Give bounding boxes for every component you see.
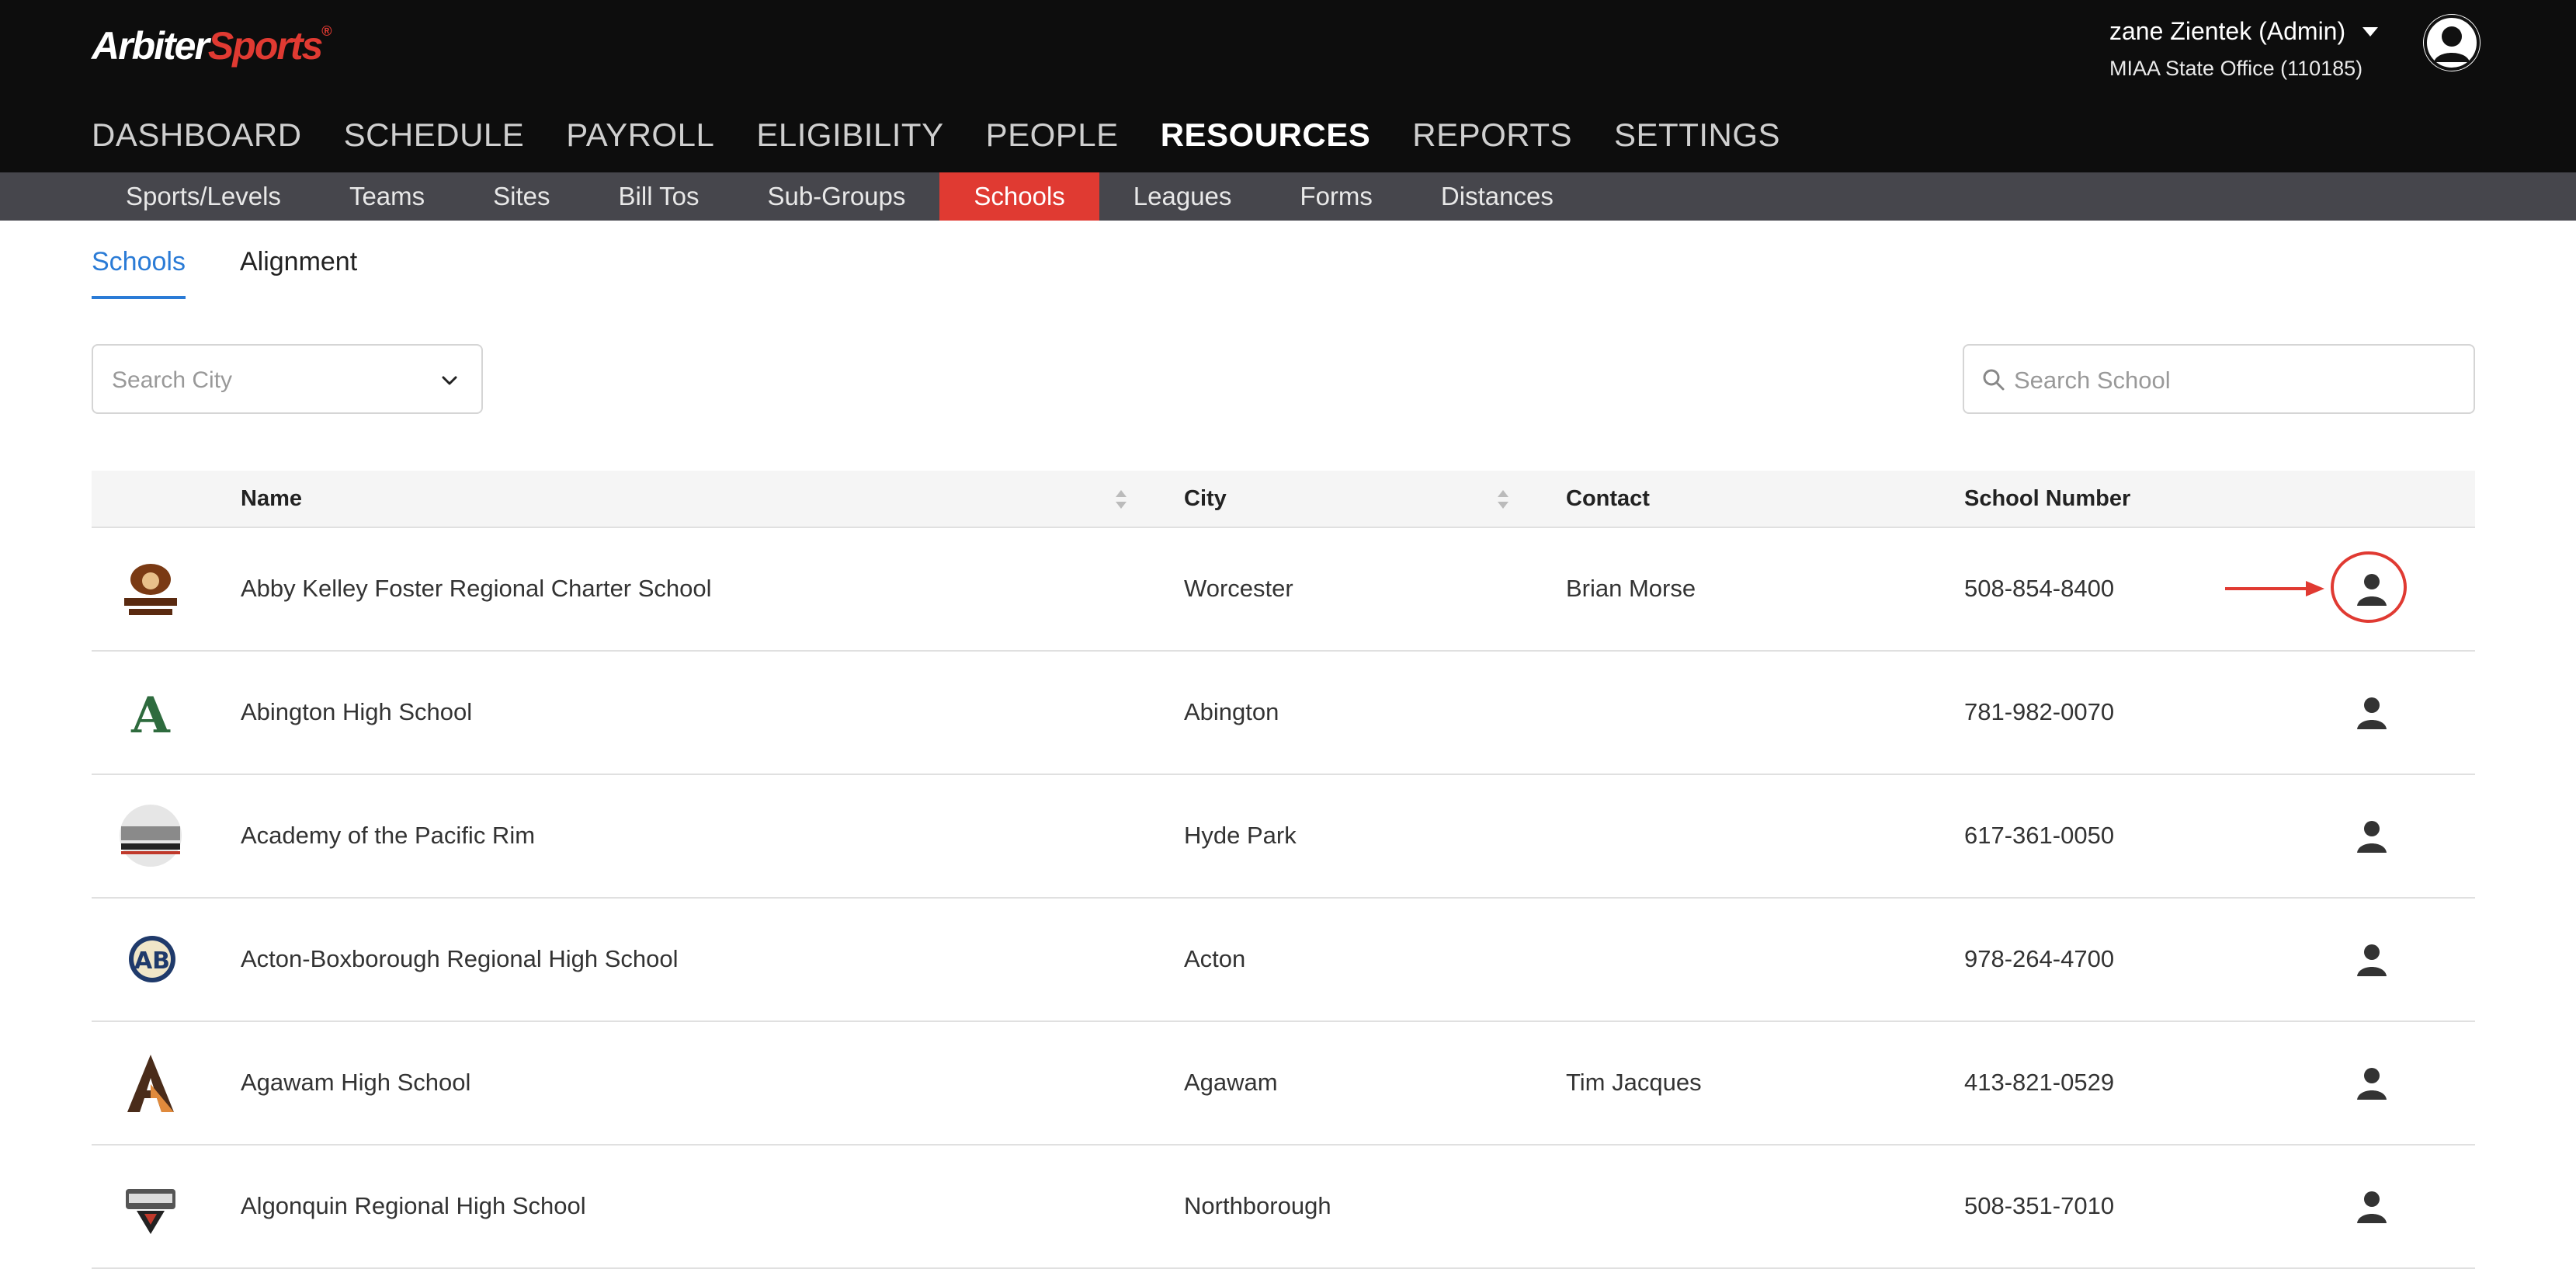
school-number: 781-982-0070 [1964, 698, 2115, 725]
school-city: Acton [1184, 945, 1246, 972]
school-name[interactable]: Acton-Boxborough Regional High School [241, 945, 679, 973]
arbitersports-logo[interactable]: ArbiterSports® [92, 23, 332, 68]
table-header: Name City Contact School Number [92, 471, 2475, 528]
school-name[interactable]: Algonquin Regional High School [241, 1192, 586, 1220]
school-number: 413-821-0529 [1964, 1069, 2115, 1096]
caret-down-icon[interactable] [2362, 26, 2379, 37]
city-select[interactable]: Search City [92, 344, 483, 414]
school-number: 508-351-7010 [1964, 1192, 2115, 1219]
table-row[interactable]: Agawam High School Agawam Tim Jacques 41… [92, 1022, 2475, 1146]
person-icon[interactable] [2352, 694, 2391, 732]
green-a-logo-icon: A [120, 681, 182, 745]
school-city: Worcester [1184, 575, 1293, 602]
eagle-logo-icon [120, 558, 182, 620]
pacific-rim-logo-icon [120, 805, 182, 867]
logo-trademark: ® [321, 23, 332, 39]
user-name: zane Zientek (Admin) [2109, 17, 2346, 45]
arrow-right-icon [2225, 581, 2324, 596]
person-icon[interactable] [2352, 570, 2391, 609]
person-icon[interactable] [2352, 1187, 2391, 1226]
header-city[interactable]: City [1184, 486, 1227, 512]
main-nav-eligibility[interactable]: ELIGIBILITY [756, 116, 943, 154]
table-row[interactable]: Academy of the Pacific Rim Hyde Park 617… [92, 775, 2475, 899]
main-nav-reports[interactable]: REPORTS [1412, 116, 1572, 154]
schools-table: Name City Contact School Number Abby Kel… [92, 471, 2475, 1269]
user-avatar-icon [2424, 15, 2480, 71]
table-row[interactable]: Algonquin Regional High School Northboro… [92, 1146, 2475, 1269]
tab-alignment[interactable]: Alignment [240, 247, 357, 299]
search-school-input[interactable] [2012, 363, 2450, 398]
school-contact: Brian Morse [1566, 575, 1696, 602]
logo-accent-text: Sports [207, 24, 323, 68]
subnav-forms[interactable]: Forms [1265, 172, 1407, 221]
school-contact: Tim Jacques [1566, 1069, 1702, 1096]
header-contact: Contact [1566, 486, 1650, 511]
subnav-sub-groups[interactable]: Sub-Groups [733, 172, 939, 221]
ab-logo-icon: AB [120, 928, 182, 990]
avatar[interactable] [2423, 14, 2481, 71]
school-city: Hyde Park [1184, 822, 1297, 849]
school-name[interactable]: Academy of the Pacific Rim [241, 822, 535, 850]
school-number: 508-854-8400 [1964, 575, 2115, 602]
main-nav-people[interactable]: PEOPLE [986, 116, 1119, 154]
school-name[interactable]: Agawam High School [241, 1069, 470, 1097]
table-row[interactable]: A Abington High School Abington 781-982-… [92, 652, 2475, 775]
sort-icon[interactable] [1495, 488, 1511, 511]
user-org: MIAA State Office (110185) [2109, 57, 2363, 80]
main-nav-dashboard[interactable]: DASHBOARD [92, 116, 302, 154]
subnav-bill-tos[interactable]: Bill Tos [585, 172, 734, 221]
main-nav-resources[interactable]: RESOURCES [1161, 116, 1371, 154]
subnav-teams[interactable]: Teams [315, 172, 459, 221]
page-tabs: Schools Alignment [92, 247, 357, 299]
svg-text:A: A [130, 687, 171, 745]
orange-a-logo-icon [120, 1052, 182, 1114]
subnav-schools[interactable]: Schools [939, 172, 1099, 221]
chevron-down-icon [442, 376, 457, 385]
subnav-sports-levels[interactable]: Sports/Levels [92, 172, 315, 221]
subnav-sites[interactable]: Sites [459, 172, 584, 221]
main-nav-schedule[interactable]: SCHEDULE [344, 116, 525, 154]
school-city: Northborough [1184, 1192, 1331, 1219]
school-search [1963, 344, 2475, 414]
svg-text:AB: AB [134, 947, 170, 975]
user-menu-toggle[interactable]: zane Zientek (Admin) [2109, 17, 2379, 46]
main-nav-settings[interactable]: SETTINGS [1614, 116, 1780, 154]
main-nav-payroll[interactable]: PAYROLL [566, 116, 714, 154]
school-number: 978-264-4700 [1964, 945, 2115, 972]
subnav-distances[interactable]: Distances [1407, 172, 1588, 221]
search-icon [1983, 369, 2005, 391]
header-name[interactable]: Name [241, 486, 302, 512]
table-row[interactable]: AB Acton-Boxborough Regional High School… [92, 899, 2475, 1022]
sort-icon[interactable] [1113, 488, 1129, 511]
subnav-leagues[interactable]: Leagues [1099, 172, 1266, 221]
person-icon[interactable] [2352, 1064, 2391, 1103]
city-select-placeholder: Search City [112, 367, 233, 393]
person-icon[interactable] [2352, 940, 2391, 979]
school-city: Agawam [1184, 1069, 1278, 1096]
school-city: Abington [1184, 698, 1279, 725]
main-nav: DASHBOARD SCHEDULE PAYROLL ELIGIBILITY P… [92, 116, 1780, 154]
tab-schools[interactable]: Schools [92, 247, 186, 299]
person-icon[interactable] [2352, 817, 2391, 856]
school-number: 617-361-0050 [1964, 822, 2115, 849]
school-name[interactable]: Abby Kelley Foster Regional Charter Scho… [241, 575, 712, 603]
sub-nav: Sports/Levels Teams Sites Bill Tos Sub-G… [0, 172, 2576, 221]
header-school-number: School Number [1964, 486, 2131, 511]
logo-main-text: Arbiter [92, 24, 210, 68]
top-bar: ArbiterSports® zane Zientek (Admin) MIAA… [0, 0, 2576, 172]
school-name[interactable]: Abington High School [241, 698, 472, 726]
user-menu[interactable]: zane Zientek (Admin) MIAA State Office (… [2109, 17, 2379, 81]
table-row[interactable]: Abby Kelley Foster Regional Charter Scho… [92, 528, 2475, 652]
algonquin-logo-icon [120, 1175, 182, 1237]
